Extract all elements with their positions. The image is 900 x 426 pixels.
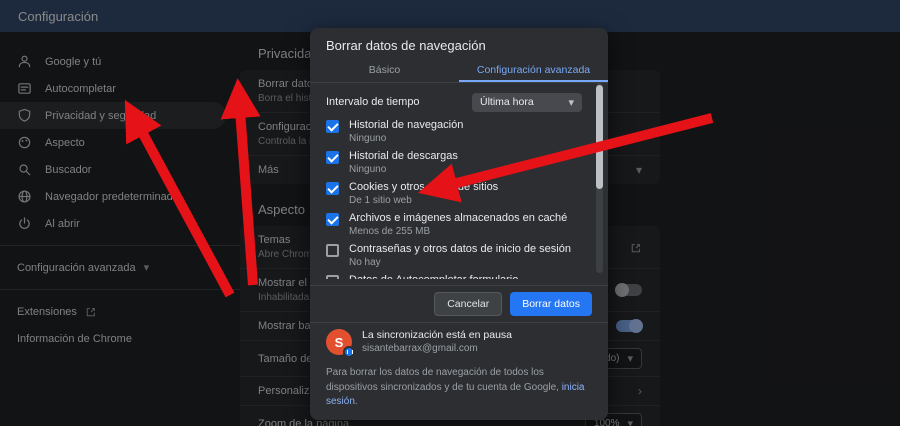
- checkbox-checked-icon[interactable]: [326, 120, 339, 133]
- time-range-row: Intervalo de tiempo Última hora ▾: [326, 91, 592, 113]
- checkbox-label: Historial de navegación: [349, 119, 464, 131]
- tab-basico[interactable]: Básico: [310, 59, 459, 82]
- select-value: Última hora: [480, 96, 534, 108]
- checkbox-label: Cookies y otros datos de sitios: [349, 181, 499, 193]
- checkbox-detail: No hay: [349, 257, 381, 268]
- tab-configuracion-avanzada[interactable]: Configuración avanzada: [459, 59, 608, 82]
- dialog-body: Intervalo de tiempo Última hora ▾ Histor…: [310, 83, 608, 279]
- checkbox-detail: Menos de 255 MB: [349, 226, 431, 237]
- checkbox-label: Datos de Autocompletar formulario: [349, 274, 518, 279]
- checkbox-label: Archivos e imágenes almacenados en caché: [349, 212, 568, 224]
- checkbox-detail: Ninguno: [349, 164, 387, 175]
- checkbox-label: Contraseñas y otros datos de inicio de s…: [349, 243, 571, 255]
- cancel-button[interactable]: Cancelar: [434, 292, 503, 316]
- avatar-letter: S: [334, 334, 344, 350]
- scrollbar-thumb[interactable]: [596, 85, 603, 189]
- checkbox-unchecked-icon[interactable]: [326, 275, 339, 279]
- checkbox-row-cached-files[interactable]: Archivos e imágenes almacenados en caché…: [326, 212, 578, 238]
- checkbox-row-cookies[interactable]: Cookies y otros datos de sitios De 1 sit…: [326, 181, 578, 207]
- dialog-footer: Para borrar los datos de navegación de t…: [310, 361, 608, 420]
- checkbox-checked-icon[interactable]: [326, 182, 339, 195]
- sync-email: sisantebarrax@gmail.com: [362, 343, 478, 354]
- clear-data-checklist: Historial de navegación Ninguno Historia…: [326, 119, 592, 279]
- dialog-buttons: Cancelar Borrar datos: [310, 285, 608, 322]
- checkbox-checked-icon[interactable]: [326, 151, 339, 164]
- checkbox-detail: De 1 sitio web: [349, 195, 412, 206]
- checkbox-unchecked-icon[interactable]: [326, 244, 339, 257]
- time-range-select[interactable]: Última hora ▾: [472, 92, 582, 112]
- clear-data-button[interactable]: Borrar datos: [510, 292, 592, 316]
- footer-text-end: .: [354, 396, 358, 407]
- sync-status-text: La sincronización está en pausa: [362, 329, 513, 341]
- time-range-label: Intervalo de tiempo: [326, 96, 420, 108]
- checkbox-row-download-history[interactable]: Historial de descargas Ninguno: [326, 150, 578, 176]
- avatar: S: [326, 329, 355, 358]
- sync-status-row[interactable]: S La sincronización está en pausa sisant…: [310, 322, 608, 361]
- clear-browsing-data-dialog: Borrar datos de navegación Básico Config…: [310, 28, 608, 420]
- checkbox-row-browsing-history[interactable]: Historial de navegación Ninguno: [326, 119, 578, 145]
- footer-text: Para borrar los datos de navegación de t…: [326, 367, 562, 393]
- checkbox-row-passwords[interactable]: Contraseñas y otros datos de inicio de s…: [326, 243, 578, 269]
- dialog-tabs: Básico Configuración avanzada: [310, 59, 608, 83]
- dialog-scrollbar[interactable]: [596, 83, 603, 273]
- chevron-down-icon: ▾: [568, 96, 574, 109]
- dialog-title: Borrar datos de navegación: [326, 38, 486, 53]
- sync-paused-badge-icon: [343, 346, 355, 358]
- checkbox-row-autofill[interactable]: Datos de Autocompletar formulario: [326, 274, 578, 279]
- checkbox-checked-icon[interactable]: [326, 213, 339, 226]
- checkbox-label: Historial de descargas: [349, 150, 458, 162]
- checkbox-detail: Ninguno: [349, 133, 387, 144]
